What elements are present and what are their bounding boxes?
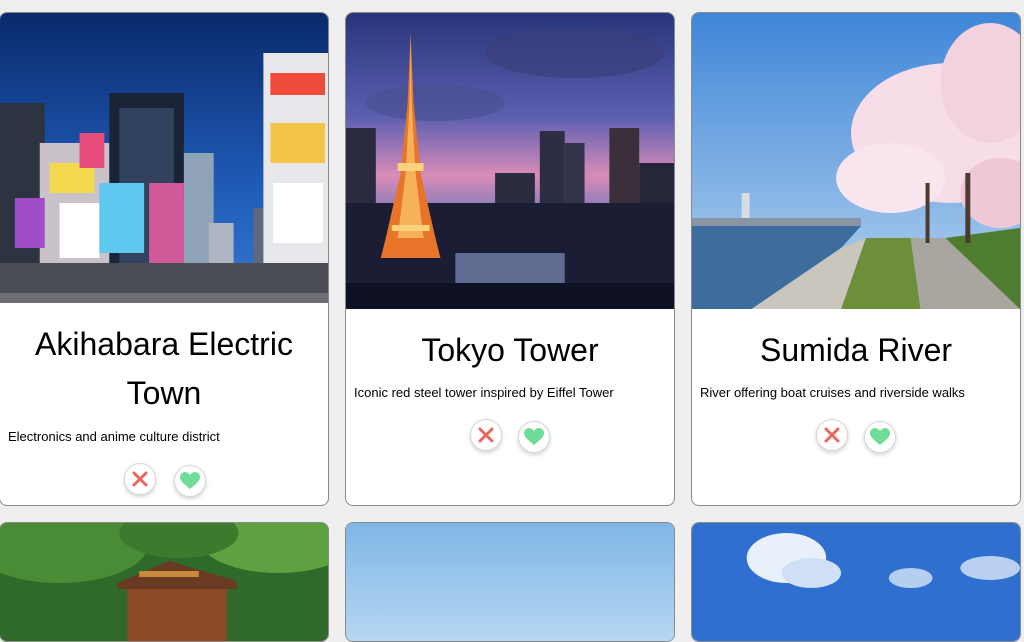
- heart-icon: [524, 428, 544, 445]
- destination-card: [345, 522, 675, 642]
- shrine-photo: [0, 523, 328, 641]
- heart-icon: [180, 472, 200, 489]
- card-title: Akihabara Electric Town: [35, 326, 293, 411]
- card-title: Sumida River: [759, 332, 953, 368]
- like-button[interactable]: [174, 465, 206, 497]
- close-icon: [478, 427, 494, 443]
- sky-photo: [346, 523, 674, 641]
- card-description: River offering boat cruises and riversid…: [700, 385, 965, 400]
- close-icon: [132, 471, 148, 487]
- like-button[interactable]: [518, 421, 550, 453]
- card-description: Iconic red steel tower inspired by Eiffe…: [354, 385, 614, 400]
- destination-card: Akihabara Electric Town Electronics and …: [0, 12, 329, 506]
- tokyo-tower-photo: [346, 13, 674, 309]
- dislike-button[interactable]: [124, 463, 156, 495]
- cloud-sky-photo: [692, 523, 1020, 641]
- card-description: Electronics and anime culture district: [8, 429, 220, 444]
- destination-card: Tokyo Tower Iconic red steel tower inspi…: [345, 12, 675, 506]
- destination-card: [691, 522, 1021, 642]
- like-button[interactable]: [864, 421, 896, 453]
- heart-icon: [870, 428, 890, 445]
- destination-card: [0, 522, 329, 642]
- dislike-button[interactable]: [816, 419, 848, 451]
- destination-card: Sumida River River offering boat cruises…: [691, 12, 1021, 506]
- dislike-button[interactable]: [470, 419, 502, 451]
- sumida-river-photo: [692, 13, 1020, 309]
- close-icon: [824, 427, 840, 443]
- akihabara-photo: [0, 13, 328, 303]
- card-title: Tokyo Tower: [421, 332, 599, 368]
